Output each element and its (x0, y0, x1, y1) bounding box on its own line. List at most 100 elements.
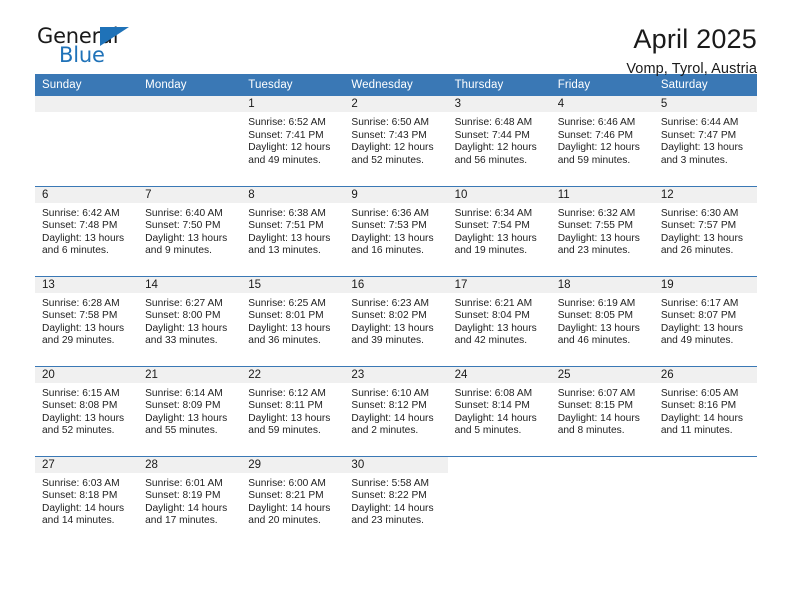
day-cell-content (551, 457, 654, 547)
day-detail-line: Daylight: 12 hours (557, 142, 640, 154)
calendar-day-cell[interactable]: 7 Sunrise: 6:40 AM Sunset: 7:50 PM Daylight… (138, 185, 242, 276)
weekday-header-wednesday: Wednesday (344, 74, 448, 96)
day-number: 2 (344, 96, 448, 112)
calendar-day-cell[interactable]: 2 Sunrise: 6:50 AM Sunset: 7:43 PM Daylight… (344, 96, 448, 186)
day-detail-line: Sunset: 7:41 PM (248, 129, 324, 141)
day-detail-line: and 14 minutes. (42, 515, 115, 527)
day-detail-line: Daylight: 13 hours (660, 232, 743, 244)
day-detail-line: Sunset: 8:04 PM (454, 310, 530, 322)
calendar-day-cell[interactable]: 3 Sunrise: 6:48 AM Sunset: 7:44 PM Daylight… (447, 96, 551, 186)
calendar-day-cell[interactable]: 29 Sunrise: 6:00 AM Sunset: 8:21 PM Dayligh… (241, 455, 345, 546)
calendar-day-cell[interactable]: 11 Sunrise: 6:32 AM Sunset: 7:55 PM Dayligh… (550, 185, 654, 276)
weekday-header-sunday: Sunday (35, 74, 139, 96)
calendar-day-cell[interactable]: 13 Sunrise: 6:28 AM Sunset: 7:58 PM Dayligh… (35, 275, 139, 366)
brand-logo[interactable]: General Blue (37, 24, 157, 72)
day-detail-line: and 11 minutes. (660, 425, 733, 437)
page-header: General Blue April 2025 Vomp, Tyrol, Aus… (35, 0, 757, 78)
calendar-empty-cell (35, 96, 139, 186)
calendar-day-cell[interactable]: 5 Sunrise: 6:44 AM Sunset: 7:47 PM Daylight… (653, 96, 757, 186)
day-detail-line: Sunrise: 6:48 AM (454, 117, 533, 128)
day-detail-line: Sunrise: 6:14 AM (145, 387, 223, 399)
calendar-day-cell[interactable]: 6 Sunrise: 6:42 AM Sunset: 7:48 PM Daylight… (35, 185, 139, 276)
day-detail-line: and 16 minutes. (351, 245, 424, 257)
day-number: 16 (344, 276, 448, 293)
calendar-day-cell[interactable]: 25 Sunrise: 6:07 AM Sunset: 8:15 PM Dayligh… (550, 365, 654, 456)
day-cell-content (448, 457, 551, 547)
day-cell-content: 27 Sunrise: 6:03 AM Sunset: 8:18 PM Dayligh… (35, 456, 139, 547)
calendar-empty-cell (653, 455, 757, 547)
day-detail-line: Daylight: 14 hours (660, 412, 743, 424)
day-cell-content (654, 457, 757, 547)
calendar-day-cell[interactable]: 4 Sunrise: 6:46 AM Sunset: 7:46 PM Daylight… (550, 96, 654, 186)
day-detail-line: Sunrise: 6:32 AM (557, 207, 636, 219)
calendar-day-cell[interactable]: 1 Sunrise: 6:52 AM Sunset: 7:41 PM Daylight… (241, 96, 345, 186)
day-detail-line: Sunrise: 6:19 AM (557, 297, 636, 309)
calendar-day-cell[interactable]: 21 Sunrise: 6:14 AM Sunset: 8:09 PM Dayligh… (138, 365, 242, 456)
calendar-day-cell[interactable]: 20 Sunrise: 6:15 AM Sunset: 8:08 PM Dayligh… (35, 365, 139, 456)
weekday-header-saturday: Saturday (653, 74, 757, 96)
day-cell-content: 13 Sunrise: 6:28 AM Sunset: 7:58 PM Dayligh… (35, 276, 139, 366)
day-detail-line: Daylight: 13 hours (248, 322, 331, 334)
day-details: Sunrise: 6:19 AM Sunset: 8:05 PM Daylight:… (551, 293, 654, 348)
day-detail-line: Daylight: 13 hours (660, 142, 743, 154)
calendar-day-cell[interactable]: 16 Sunrise: 6:23 AM Sunset: 8:02 PM Dayligh… (344, 275, 448, 366)
day-detail-line: and 19 minutes. (454, 245, 528, 257)
day-details: Sunrise: 6:23 AM Sunset: 8:02 PM Daylight:… (344, 293, 447, 348)
brand-name-bottom: Blue (59, 43, 105, 67)
calendar-week-row: 1 Sunrise: 6:52 AM Sunset: 7:41 PM Daylight… (35, 96, 757, 186)
calendar-day-cell[interactable]: 26 Sunrise: 6:05 AM Sunset: 8:16 PM Dayligh… (653, 365, 757, 456)
day-detail-line: Sunset: 8:09 PM (145, 400, 221, 412)
day-details: Sunrise: 6:01 AM Sunset: 8:19 PM Daylight:… (138, 473, 241, 528)
calendar-day-cell[interactable]: 27 Sunrise: 6:03 AM Sunset: 8:18 PM Dayligh… (35, 455, 139, 547)
calendar-day-cell[interactable]: 24 Sunrise: 6:08 AM Sunset: 8:14 PM Dayligh… (447, 365, 551, 456)
calendar-day-cell[interactable]: 12 Sunrise: 6:30 AM Sunset: 7:57 PM Dayligh… (653, 185, 757, 276)
calendar-day-cell[interactable]: 23 Sunrise: 6:10 AM Sunset: 8:12 PM Dayligh… (344, 365, 448, 456)
day-detail-line: Sunrise: 6:21 AM (454, 297, 533, 309)
day-cell-content: 5 Sunrise: 6:44 AM Sunset: 7:47 PM Daylight… (653, 96, 757, 186)
day-details: Sunrise: 6:15 AM Sunset: 8:08 PM Daylight:… (35, 383, 138, 438)
day-cell-content: 8 Sunrise: 6:38 AM Sunset: 7:51 PM Daylight… (241, 186, 345, 276)
calendar-day-cell[interactable]: 8 Sunrise: 6:38 AM Sunset: 7:51 PM Daylight… (241, 185, 345, 276)
calendar-day-cell[interactable]: 28 Sunrise: 6:01 AM Sunset: 8:19 PM Dayligh… (138, 455, 242, 546)
day-detail-line: and 52 minutes. (42, 425, 115, 437)
day-detail-line: and 59 minutes. (248, 425, 321, 437)
day-detail-line: Daylight: 12 hours (248, 142, 331, 154)
day-number: 19 (653, 276, 757, 293)
day-cell-content: 25 Sunrise: 6:07 AM Sunset: 8:15 PM Dayligh… (550, 366, 654, 456)
day-detail-line: Sunrise: 6:36 AM (351, 207, 430, 219)
calendar-day-cell[interactable]: 30 Sunrise: 5:58 AM Sunset: 8:22 PM Dayligh… (344, 455, 448, 546)
calendar-day-cell[interactable]: 22 Sunrise: 6:12 AM Sunset: 8:11 PM Dayligh… (241, 365, 345, 456)
calendar-day-cell[interactable]: 9 Sunrise: 6:36 AM Sunset: 7:53 PM Daylight… (344, 185, 448, 276)
day-number: 27 (35, 456, 139, 473)
calendar-day-cell[interactable]: 18 Sunrise: 6:19 AM Sunset: 8:05 PM Dayligh… (550, 275, 654, 366)
day-detail-line: and 36 minutes. (248, 335, 321, 347)
day-number (654, 457, 757, 473)
day-detail-line: and 20 minutes. (248, 515, 321, 527)
day-details: Sunrise: 6:21 AM Sunset: 8:04 PM Daylight:… (448, 293, 551, 348)
day-detail-line: Sunrise: 6:38 AM (248, 207, 326, 219)
day-detail-line: Sunrise: 6:34 AM (454, 207, 533, 219)
day-number: 6 (35, 186, 139, 203)
page-subtitle: Vomp, Tyrol, Austria (626, 61, 757, 78)
day-detail-line: and 29 minutes. (42, 335, 115, 347)
calendar-day-cell[interactable]: 17 Sunrise: 6:21 AM Sunset: 8:04 PM Dayligh… (447, 275, 551, 366)
day-detail-line: and 9 minutes. (145, 245, 212, 257)
day-detail-line: Sunset: 7:43 PM (351, 129, 427, 141)
calendar-day-cell[interactable]: 15 Sunrise: 6:25 AM Sunset: 8:01 PM Dayligh… (241, 275, 345, 366)
day-detail-line: Daylight: 13 hours (145, 322, 228, 334)
calendar-day-cell[interactable]: 10 Sunrise: 6:34 AM Sunset: 7:54 PM Dayligh… (447, 185, 551, 276)
calendar-day-cell[interactable]: 14 Sunrise: 6:27 AM Sunset: 8:00 PM Dayligh… (138, 275, 242, 366)
day-detail-line: Sunset: 7:57 PM (660, 220, 737, 232)
day-detail-line: Daylight: 13 hours (351, 232, 434, 244)
day-details: Sunrise: 6:44 AM Sunset: 7:47 PM Daylight:… (654, 112, 757, 167)
day-cell-content: 18 Sunrise: 6:19 AM Sunset: 8:05 PM Dayligh… (550, 276, 654, 366)
day-number: 26 (653, 366, 757, 383)
day-cell-content: 3 Sunrise: 6:48 AM Sunset: 7:44 PM Daylight… (447, 96, 551, 186)
day-detail-line: Daylight: 13 hours (145, 232, 228, 244)
day-details: Sunrise: 6:40 AM Sunset: 7:50 PM Daylight:… (138, 203, 241, 258)
day-number: 22 (241, 366, 345, 383)
day-detail-line: Daylight: 13 hours (248, 412, 331, 424)
day-number: 28 (138, 456, 242, 473)
day-detail-line: Sunset: 7:50 PM (145, 220, 221, 232)
calendar-day-cell[interactable]: 19 Sunrise: 6:17 AM Sunset: 8:07 PM Dayligh… (653, 275, 757, 366)
